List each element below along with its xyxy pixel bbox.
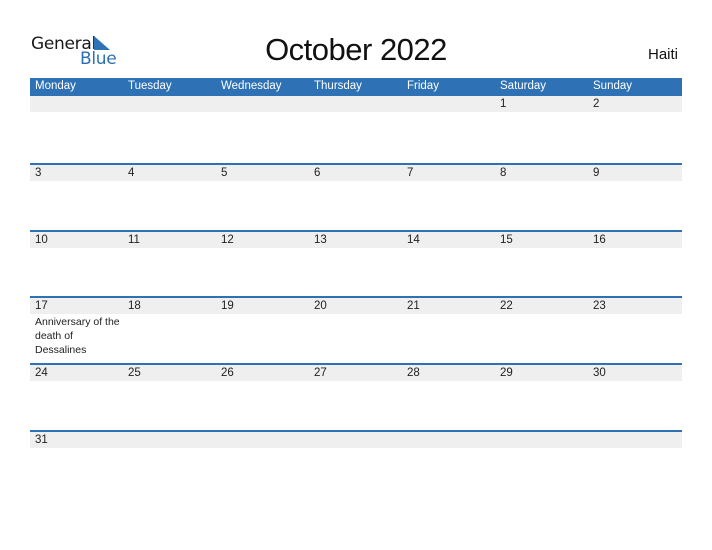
day-number: 8: [500, 166, 507, 179]
country-label: Haiti: [647, 46, 678, 63]
day-number: 5: [221, 166, 228, 179]
day-number: 21: [407, 299, 420, 312]
day-number: 27: [314, 366, 327, 379]
weekday-friday: Friday: [407, 80, 439, 92]
day-number: 18: [128, 299, 141, 312]
day-number: 14: [407, 233, 420, 246]
holiday-event: Anniversary of the death of Dessalines: [35, 315, 120, 356]
day-number: 11: [128, 233, 140, 246]
day-number: 19: [221, 299, 234, 312]
date-strip: [30, 96, 682, 112]
day-number: 1: [500, 98, 507, 110]
weekday-monday: Monday: [35, 80, 76, 92]
day-number: 10: [35, 233, 48, 246]
day-number: 17: [35, 299, 48, 312]
date-strip: [30, 431, 682, 448]
weekday-tuesday: Tuesday: [128, 80, 172, 92]
day-number: 2: [593, 98, 600, 110]
day-number: 24: [35, 366, 48, 379]
day-number: 25: [128, 366, 141, 379]
day-number: 9: [593, 166, 600, 179]
day-number: 15: [500, 233, 513, 246]
day-number: 7: [407, 166, 414, 179]
weekday-wednesday: Wednesday: [221, 80, 282, 92]
weekday-thursday: Thursday: [314, 80, 362, 92]
day-number: 12: [221, 233, 234, 246]
calendar-title: October 2022: [265, 32, 447, 67]
day-number: 22: [500, 299, 513, 312]
weekday-saturday: Saturday: [500, 80, 547, 92]
day-number: 20: [314, 299, 327, 312]
weekday-header: Monday Tuesday Wednesday Thursday Friday…: [30, 78, 682, 96]
day-number: 23: [593, 299, 606, 312]
day-number: 6: [314, 166, 321, 179]
day-number: 16: [593, 233, 606, 246]
day-number: 26: [221, 366, 234, 379]
day-number: 3: [35, 166, 42, 179]
day-number: 28: [407, 366, 420, 379]
day-number: 4: [128, 166, 135, 179]
day-number: 31: [35, 433, 48, 446]
weekday-sunday: Sunday: [593, 80, 633, 92]
day-number: 29: [500, 366, 513, 379]
day-number: 13: [314, 233, 327, 246]
day-number: 30: [593, 366, 606, 379]
